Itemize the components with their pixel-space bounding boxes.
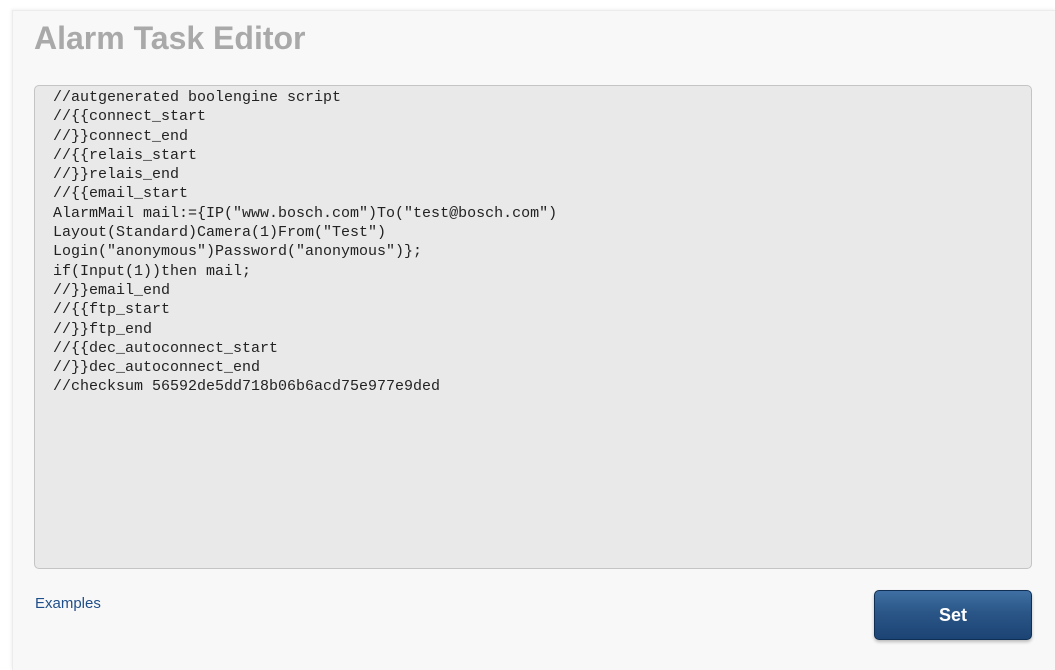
examples-link[interactable]: Examples [35,595,101,612]
script-editor-textarea[interactable]: //autgenerated boolengine script //{{con… [34,85,1032,569]
alarm-task-editor-panel: Alarm Task Editor //autgenerated booleng… [12,10,1055,670]
set-button[interactable]: Set [874,590,1032,640]
page-title: Alarm Task Editor [34,20,306,56]
